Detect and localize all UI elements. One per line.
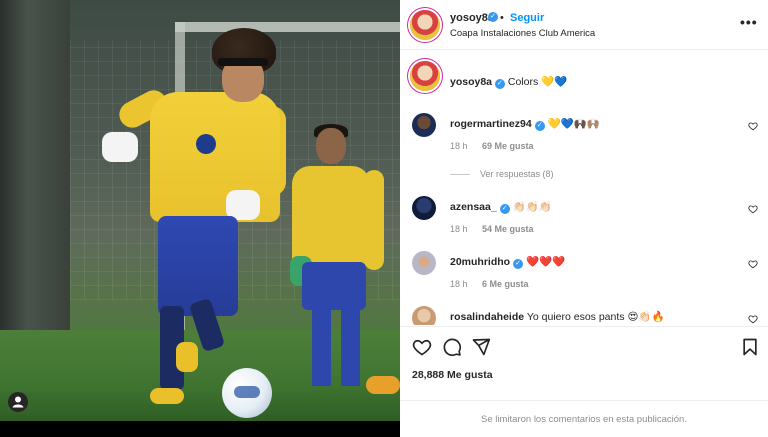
comment-item: 20muhridho ✓ ❤️❤️❤️ 18 h 6 Me gusta [410,251,760,295]
post-location[interactable]: Coapa Instalaciones Club America [450,28,595,39]
keeper-boot-left [150,388,184,404]
comment-body: 👏🏻👏🏻👏🏻 [512,201,552,213]
commenter-avatar[interactable] [412,113,436,137]
comment-item: rosalindaheide Yo quiero esos pants 😍👏🏻🔥 [410,306,760,325]
verified-badge-icon: ✓ [499,204,510,214]
photo-tree [0,0,70,340]
author-avatar[interactable] [410,10,440,40]
comment-text: 20muhridho ✓ ❤️❤️❤️ [450,255,565,269]
post-side-panel: yosoy8a ✓ • Seguir Coapa Instalaciones C… [400,0,768,437]
comment-body: 💛💙🙌🏿🙌🏽 [547,118,600,130]
background-keeper-arm [364,170,384,270]
bookmark-icon[interactable] [740,337,760,357]
comment-username[interactable]: 20muhridho [450,256,510,268]
background-keeper-legs [312,306,360,386]
comment-body: Yo quiero esos pants 😍👏🏻🔥 [526,311,665,323]
soccer-ball [222,368,272,418]
heart-icon[interactable] [412,337,432,357]
comment-time: 18 h [450,224,468,234]
comment-text: rosalindaheide Yo quiero esos pants 😍👏🏻🔥 [450,310,665,323]
heart-icon[interactable] [748,121,758,131]
background-keeper-head [316,128,346,164]
comment-username[interactable]: rosalindaheide [450,311,524,323]
post-caption: yosoy8a ✓ Colors 💛💙 [410,61,760,91]
comment-item: rogermartinez94 ✓ 💛💙🙌🏿🙌🏽 18 h 69 Me gust… [410,113,760,157]
post-photo[interactable] [0,0,400,421]
post-likes-count[interactable]: 28,888 Me gusta [412,369,493,381]
post-header: yosoy8a ✓ • Seguir Coapa Instalaciones C… [400,0,768,50]
background-keeper-shorts [302,262,366,310]
view-replies-link[interactable]: Ver respuestas (8) [450,169,554,179]
comment-text: rogermartinez94 ✓ 💛💙🙌🏿🙌🏽 [450,117,600,131]
caption-body: Colors 💛💙 [507,76,568,88]
comment-icon[interactable] [442,337,462,357]
user-tag-glyph [12,396,24,408]
comment-text: azensaa_ ✓ 👏🏻👏🏻👏🏻 [450,200,552,214]
keeper-shirt [150,92,280,222]
photo-goal-crossbar [175,22,400,32]
comment-username[interactable]: rogermartinez94 [450,118,532,130]
heart-icon[interactable] [748,204,758,214]
comments-list[interactable]: yosoy8a ✓ Colors 💛💙 rogermartinez94 ✓ 💛💙… [400,51,768,325]
comment-item: azensaa_ ✓ 👏🏻👏🏻👏🏻 18 h 54 Me gusta [410,196,760,240]
keeper-boot-right [176,342,198,372]
user-tag-icon[interactable] [8,392,28,412]
comment-likes[interactable]: 6 Me gusta [482,279,529,289]
commenter-avatar[interactable] [412,251,436,275]
keeper-shirt-logo [196,134,216,154]
commenter-avatar[interactable] [412,306,436,325]
comment-meta: 18 h 69 Me gusta [450,141,534,151]
heart-icon[interactable] [748,259,758,269]
caption-text: yosoy8a ✓ Colors 💛💙 [450,75,567,89]
instagram-post-modal: yosoy8a ✓ • Seguir Coapa Instalaciones C… [0,0,768,437]
caption-username[interactable]: yosoy8a [450,76,492,88]
header-separator: • [500,12,504,24]
comment-likes[interactable]: 69 Me gusta [482,141,534,151]
comments-limited-notice: Se limitaron los comentarios en esta pub… [400,400,768,437]
post-actions: 28,888 Me gusta [400,326,768,396]
comment-time: 18 h [450,141,468,151]
verified-badge-icon: ✓ [534,121,545,131]
verified-badge-icon: ✓ [494,79,505,89]
caption-avatar[interactable] [410,61,440,91]
background-keeper-shirt [292,166,370,266]
keeper-glove-left [102,132,138,162]
paper-plane-icon[interactable] [471,337,491,357]
follow-button[interactable]: Seguir [510,12,544,24]
comment-time: 18 h [450,279,468,289]
comment-likes[interactable]: 54 Me gusta [482,224,534,234]
replies-line [450,174,470,176]
background-keeper-shoe [366,376,400,394]
keeper-headband [218,58,268,66]
comment-meta: 18 h 54 Me gusta [450,224,534,234]
comment-meta: 18 h 6 Me gusta [450,279,529,289]
view-replies-label: Ver respuestas (8) [480,169,554,179]
verified-badge-icon: ✓ [513,259,524,269]
more-options-icon[interactable]: ••• [740,14,758,30]
comment-body: ❤️❤️❤️ [525,256,566,268]
commenter-avatar[interactable] [412,196,436,220]
comment-username[interactable]: azensaa_ [450,201,497,213]
verified-badge-icon: ✓ [488,12,498,22]
heart-icon[interactable] [748,314,758,324]
